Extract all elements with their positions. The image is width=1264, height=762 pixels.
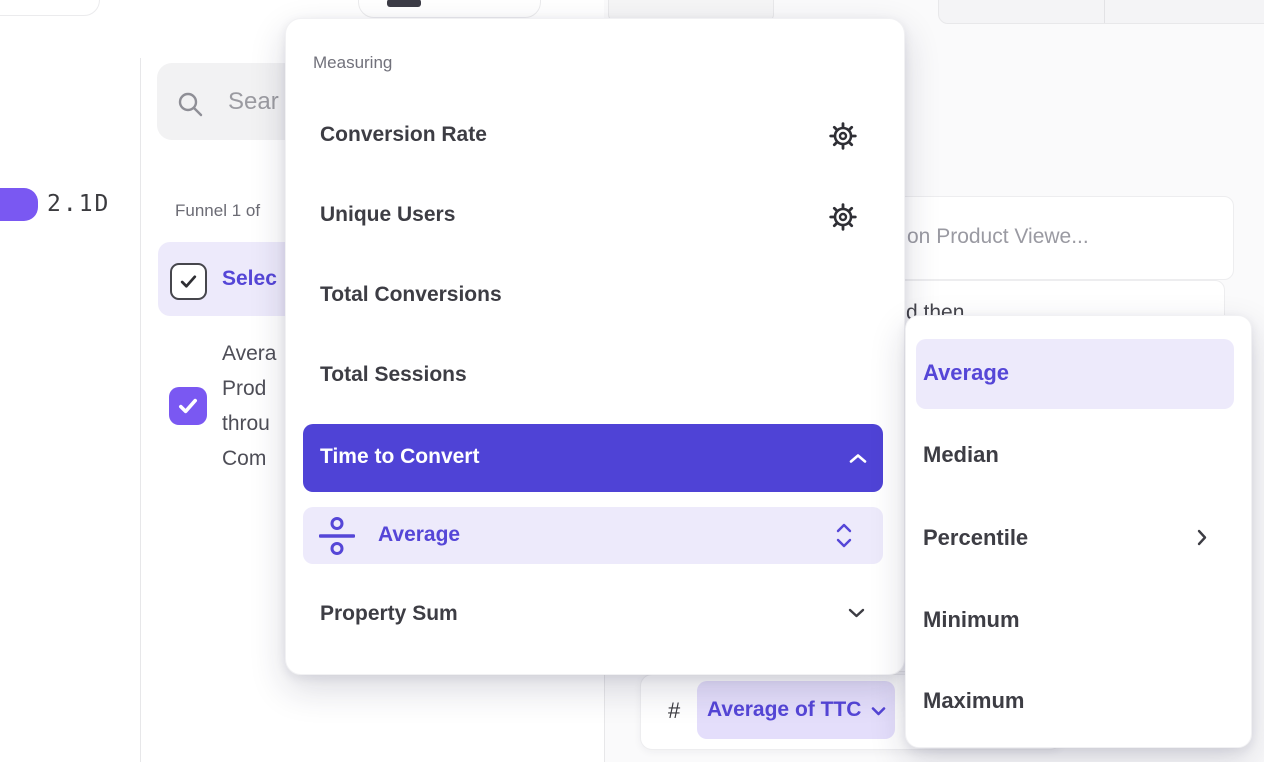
aggregation-item-minimum[interactable]: Minimum <box>923 607 1020 633</box>
aggregation-item-median[interactable]: Median <box>923 442 999 468</box>
top-toolbar-button-fragment[interactable] <box>358 0 541 18</box>
step-description-line: Avera <box>222 336 294 371</box>
step-description-line: throu <box>222 406 294 441</box>
app-screen: 2.1D Sear Funnel 1 of Selec Avera Prod t… <box>0 0 1264 762</box>
metric-selector-label: Average of TTC <box>707 698 861 722</box>
top-right-segmented-control-fragment[interactable] <box>938 0 1264 24</box>
measuring-menu: Measuring Conversion Rate Unique Users <box>285 18 905 675</box>
top-gray-bar-fragment <box>608 0 774 20</box>
search-icon <box>177 91 204 118</box>
chevron-right-icon <box>1197 529 1207 546</box>
aggregation-item-percentile[interactable]: Percentile <box>923 525 1028 551</box>
chevron-down-icon <box>848 608 865 618</box>
aggregation-menu: Average Median Percentile Minimum Maximu… <box>905 315 1252 748</box>
selected-step-label: Selec <box>222 267 277 291</box>
aggregation-selector-row[interactable]: Average <box>303 507 883 564</box>
event-step-label: on Product Viewe... <box>907 225 1089 249</box>
menu-item-unique-users[interactable]: Unique Users <box>320 203 455 227</box>
checkmark-icon <box>176 394 200 418</box>
menu-item-time-to-convert-selected[interactable]: Time to Convert <box>303 424 883 492</box>
metric-selector[interactable]: Average of TTC <box>697 681 895 739</box>
menu-item-total-conversions[interactable]: Total Conversions <box>320 283 502 307</box>
chevron-up-down-icon <box>836 522 852 549</box>
chevron-down-icon <box>871 707 886 716</box>
settings-gear-icon[interactable] <box>829 203 857 231</box>
search-placeholder: Sear <box>228 87 279 116</box>
aggregation-item-maximum[interactable]: Maximum <box>923 688 1024 714</box>
funnel-bar-fragment <box>0 188 38 221</box>
measuring-menu-header: Measuring <box>313 53 392 73</box>
menu-item-total-sessions[interactable]: Total Sessions <box>320 363 467 387</box>
step-description-line: Prod <box>222 371 294 406</box>
step-description-line: Com <box>222 441 294 476</box>
step-checkbox-checked[interactable] <box>170 263 207 300</box>
duration-badge: 2.1D <box>47 191 110 218</box>
aggregation-item-average[interactable]: Average <box>923 360 1009 386</box>
top-left-card-fragment <box>0 0 100 16</box>
segment-divider <box>1104 0 1105 23</box>
menu-item-property-sum[interactable]: Property Sum <box>320 602 458 626</box>
event-step-card[interactable]: on Product Viewe... <box>858 196 1234 280</box>
checkmark-icon <box>178 271 199 292</box>
metric-checkbox-checked[interactable] <box>169 387 207 425</box>
left-pane-divider <box>140 58 141 762</box>
aggregation-selector-label: Average <box>378 523 460 547</box>
menu-item-conversion-rate[interactable]: Conversion Rate <box>320 123 487 147</box>
chevron-up-icon <box>849 453 867 464</box>
funnel-step-count-label: Funnel 1 of <box>175 201 260 221</box>
average-icon <box>319 516 355 556</box>
settings-gear-icon[interactable] <box>829 122 857 150</box>
chart-type-icon <box>387 0 421 7</box>
step-description: Avera Prod throu Com <box>222 336 294 476</box>
metric-prefix: # <box>668 698 680 724</box>
selected-menu-item-label: Time to Convert <box>320 445 479 469</box>
